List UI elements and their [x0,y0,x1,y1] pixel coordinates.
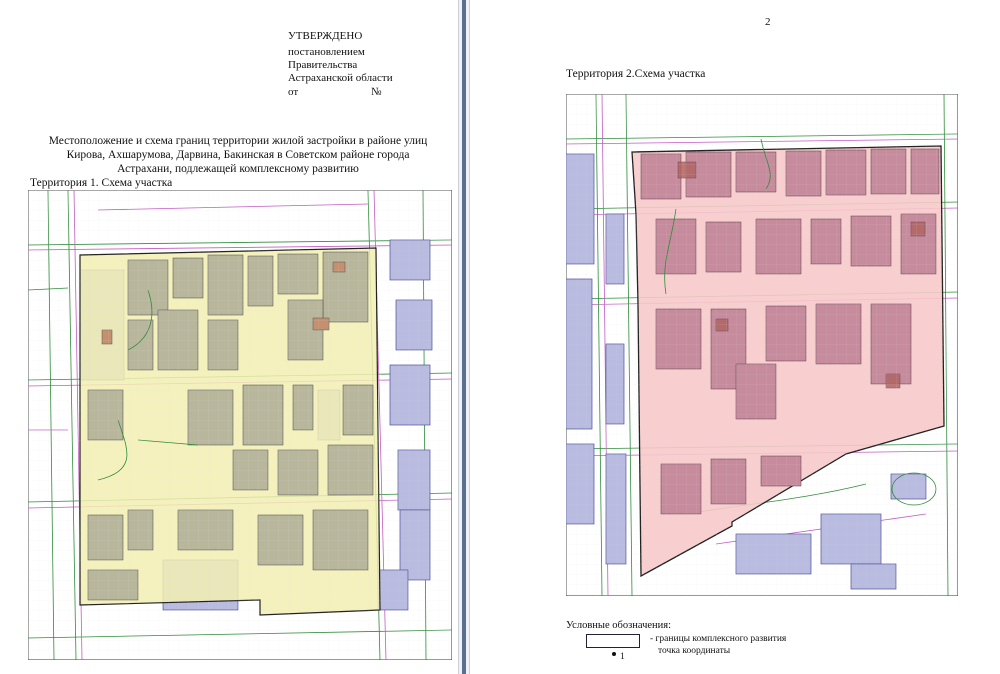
approval-title: УТВЕРЖДЕНО [288,30,363,42]
legend-boundary-swatch [586,634,640,648]
document-page-1: УТВЕРЖДЕНО постановлением Правительства … [0,0,458,674]
territory-1-site-map [28,190,452,660]
map-caption-territory-2: Территория 2.Схема участка [566,68,706,80]
heading-line-2: Кирова, Ахшарумова, Дарвина, Бакинская в… [66,149,410,161]
approval-line-1: постановлением [288,46,365,58]
legend-point-number: 1 [620,652,625,662]
legend-boundary-label: - границы комплексного развития [650,634,787,644]
heading-line-1: Местоположение и схема границ территории… [48,135,428,147]
approval-number-label: № [371,86,382,98]
document-heading: Местоположение и схема границ территории… [28,134,448,176]
page-divider [458,0,470,674]
page-number: 2 [765,16,771,28]
legend-point-label: точка координаты [658,646,731,656]
territory-2-site-map [566,94,958,596]
legend-title: Условные обозначения: [566,620,672,631]
approval-line-3: Астраханской области [288,72,393,84]
approval-line-2: Правительства [288,59,358,71]
legend-point-marker [612,652,616,656]
heading-line-3: Астрахани, подлежащей комплексному разви… [117,163,359,175]
approval-date-label: от [288,86,299,98]
document-page-2: 2 Территория 2.Схема участка Условные об… [470,0,1000,674]
map-caption-territory-1: Территория 1. Схема участка [30,177,173,189]
